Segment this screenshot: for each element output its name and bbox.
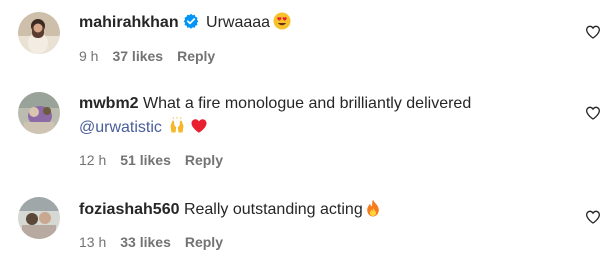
comment-meta: 9 h 37 likes Reply bbox=[79, 47, 571, 65]
comment-likes[interactable]: 33 likes bbox=[120, 234, 171, 250]
comment-meta: 12 h 51 likes Reply bbox=[79, 151, 571, 169]
fire-emoji-icon bbox=[366, 199, 380, 224]
comment-text: What a fire monologue and brilliantly de… bbox=[143, 95, 472, 112]
like-heart-icon[interactable] bbox=[585, 24, 601, 40]
comment-text: Urwaaaa bbox=[206, 14, 271, 31]
comment-text-line: mwbm2 What a fire monologue and brillian… bbox=[79, 93, 571, 115]
heart-eyes-emoji-icon bbox=[273, 12, 291, 37]
comment-time: 13 h bbox=[79, 234, 107, 250]
comment-username[interactable]: foziashah560 bbox=[79, 201, 179, 218]
raising-hands-emoji-icon bbox=[168, 117, 186, 142]
comment-time: 12 h bbox=[79, 152, 107, 168]
reply-button[interactable]: Reply bbox=[177, 48, 215, 64]
comment-likes[interactable]: 51 likes bbox=[120, 152, 171, 168]
comment-text-line: @urwatistic bbox=[79, 117, 571, 142]
comment-username[interactable]: mwbm2 bbox=[79, 95, 139, 112]
like-heart-icon[interactable] bbox=[585, 209, 601, 225]
comment-time: 9 h bbox=[79, 48, 99, 64]
reply-button[interactable]: Reply bbox=[185, 152, 223, 168]
comments-list: mahirahkhan Urwaaaa 9 h 37 likes Reply m… bbox=[0, 0, 611, 261]
comment-text-line: mahirahkhan Urwaaaa bbox=[79, 12, 571, 37]
avatar[interactable] bbox=[18, 12, 60, 54]
comment-text: Really outstanding acting bbox=[183, 201, 363, 218]
like-heart-icon[interactable] bbox=[585, 105, 601, 121]
red-heart-emoji-icon bbox=[190, 117, 208, 142]
comment-text-line: foziashah560 Really outstanding acting bbox=[79, 199, 571, 224]
mention-link[interactable]: @urwatistic bbox=[79, 119, 162, 136]
comment-likes[interactable]: 37 likes bbox=[112, 48, 163, 64]
verified-badge-icon bbox=[183, 13, 199, 36]
comment-username[interactable]: mahirahkhan bbox=[79, 14, 179, 31]
reply-button[interactable]: Reply bbox=[185, 234, 223, 250]
avatar[interactable] bbox=[18, 92, 60, 134]
comment-meta: 13 h 33 likes Reply bbox=[79, 233, 571, 251]
avatar[interactable] bbox=[18, 197, 60, 239]
